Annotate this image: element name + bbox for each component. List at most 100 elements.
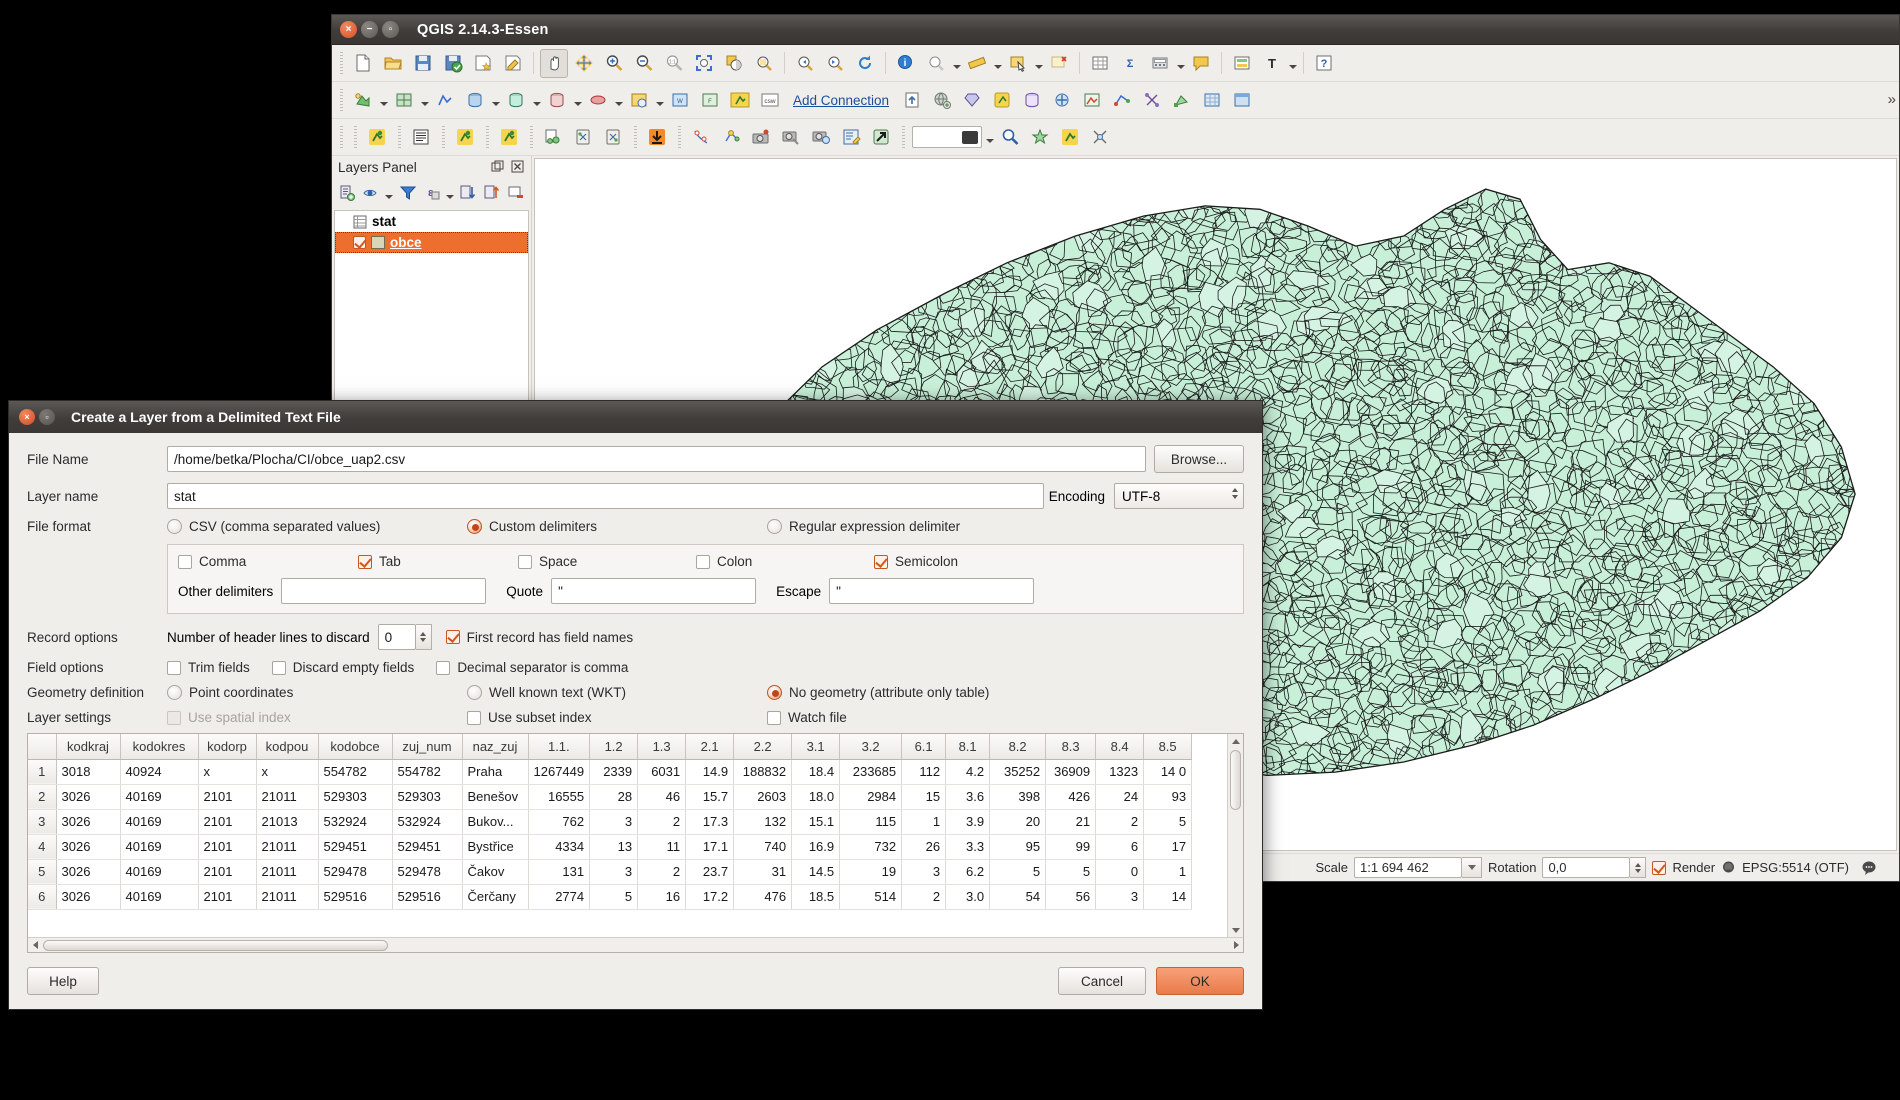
camera-pin-icon[interactable] [747,123,775,152]
table-column-header[interactable]: 8.1 [945,734,991,760]
expression-filter-icon[interactable]: ε [421,182,443,204]
discard-empty-option[interactable]: Discard empty fields [271,660,414,675]
select-features-icon[interactable] [1004,49,1032,78]
pan-to-selection-icon[interactable] [570,49,598,78]
checkbox-discard-empty[interactable] [271,660,286,675]
refresh-icon[interactable] [851,49,879,78]
table-cell[interactable]: 2 [1095,809,1145,835]
table-column-header[interactable]: 8.4 [1095,734,1145,760]
table-cell[interactable]: 19 [839,859,903,885]
table-cell[interactable]: 2101 [198,834,257,860]
vertical-scrollbar[interactable] [1227,734,1243,937]
table-cell[interactable]: 2 [901,884,947,910]
table-cell[interactable]: 16 [637,884,687,910]
open-project-icon[interactable] [379,49,407,78]
checkbox-watch-file[interactable] [767,710,781,725]
network-analysis-icon[interactable] [717,123,745,152]
table-column-header[interactable]: zuj_num [392,734,463,760]
filter-legend-icon[interactable] [397,182,419,204]
table-cell[interactable]: 24 [1095,784,1145,810]
layer-item-obce[interactable]: obce [335,232,528,253]
subset-index-option[interactable]: Use subset index [467,710,767,725]
scroll-right-icon[interactable] [1229,938,1243,952]
other-delimiters-input[interactable] [281,578,487,604]
radio-wkt[interactable] [467,685,482,700]
table-cell[interactable]: 35252 [989,759,1047,785]
topology-icon[interactable] [1108,86,1136,115]
rotation-value[interactable]: 0,0 [1542,857,1631,878]
table-cell[interactable]: 132 [733,809,793,835]
table-cell[interactable]: 40924 [120,759,199,785]
table-column-header[interactable]: 1.1. [528,734,591,760]
table-cell[interactable]: 529303 [392,784,463,810]
table-cell[interactable]: 6031 [637,759,687,785]
table-cell[interactable]: 529478 [318,859,393,885]
table-cell[interactable]: 15.7 [685,784,735,810]
ok-button[interactable]: OK [1156,967,1244,995]
plugin-green-icon-2[interactable] [451,123,479,152]
table-cell[interactable]: 5 [589,884,639,910]
quote-input[interactable]: " [551,578,757,604]
table-cell[interactable]: 532924 [392,809,463,835]
table-cell[interactable]: 14 [1143,884,1193,910]
zoom-last-icon[interactable] [791,49,819,78]
table-column-header[interactable]: 3.1 [791,734,841,760]
select-dropdown-icon[interactable] [1033,49,1044,78]
table-row[interactable]: 2 3026 40169 2101 21011 529303 529303 Benešov 16… [28,784,1193,810]
table-column-header[interactable]: 8.3 [1045,734,1097,760]
zoom-full-icon[interactable] [690,49,718,78]
layer-visibility-checkbox[interactable] [353,236,366,249]
remove-layer-icon[interactable] [505,182,527,204]
table-cell[interactable]: 2101 [198,809,257,835]
table-cell[interactable]: 732 [839,834,903,860]
new-project-icon[interactable] [349,49,377,78]
table-cell[interactable]: 54 [989,884,1047,910]
table-cell[interactable]: 3026 [56,834,121,860]
table-cell[interactable]: 14.5 [791,859,841,885]
camera-tag-icon[interactable] [777,123,805,152]
table-cell[interactable]: 95 [989,834,1047,860]
table-row[interactable]: 1 3018 40924 x x 554782 554782 Praha 1267449 2339… [28,759,1193,785]
close-icon[interactable]: × [340,21,357,38]
table-row[interactable]: 5 3026 40169 2101 21011 529478 529478 Čakov 131 3… [28,859,1193,885]
toolbar-grip[interactable] [527,126,535,148]
map-tips-dropdown-icon[interactable] [951,49,962,78]
file-name-input[interactable]: /home/betka/Plocha/CI/obce_uap2.csv [167,446,1146,472]
add-mesh-layer-icon[interactable] [431,86,459,115]
table-cell[interactable]: 15.1 [791,809,841,835]
table-cell[interactable]: 40169 [120,784,199,810]
add-vector-layer-icon[interactable] [349,86,377,115]
geometry-wkt-option[interactable]: Well known text (WKT) [467,685,767,700]
format-option-csv[interactable]: CSV (comma separated values) [167,519,467,534]
add-spatialite-layer-icon[interactable] [502,86,530,115]
network-icon[interactable] [1138,86,1166,115]
table-column-header[interactable]: 2.1 [685,734,735,760]
table-cell[interactable]: 3.9 [945,809,991,835]
postgis-dropdown-icon[interactable] [490,86,501,115]
checkbox-decimal-separator[interactable] [436,660,451,675]
radio-no-geometry[interactable] [767,685,782,700]
table-cell[interactable]: 26 [901,834,947,860]
checkbox-first-record[interactable] [445,630,460,644]
header-lines-spinner[interactable] [415,624,432,650]
table-cell[interactable]: 1267449 [528,759,591,785]
add-oracle-layer-icon[interactable] [584,86,612,115]
search-icon[interactable] [996,123,1024,152]
table-cell[interactable]: 1323 [1095,759,1145,785]
plugin-icon[interactable] [988,86,1016,115]
table-column-header[interactable]: 1.3 [637,734,687,760]
save-project-icon[interactable] [409,49,437,78]
first-record-option[interactable]: First record has field names [445,630,633,645]
globe-icon[interactable] [928,86,956,115]
processing-icon[interactable] [1048,86,1076,115]
table-cell[interactable]: 3.0 [945,884,991,910]
pan-map-icon[interactable] [540,48,568,78]
table-cell[interactable]: 21011 [256,834,319,860]
checkbox-space[interactable] [518,554,532,569]
scrollbar-thumb[interactable] [43,939,388,951]
mssql-dropdown-icon[interactable] [572,86,583,115]
maximize-icon[interactable]: ▫ [39,409,55,425]
checkbox-trim-fields[interactable] [167,660,181,675]
identify-icon[interactable]: i [892,49,920,78]
copy-style-icon[interactable] [539,123,567,152]
